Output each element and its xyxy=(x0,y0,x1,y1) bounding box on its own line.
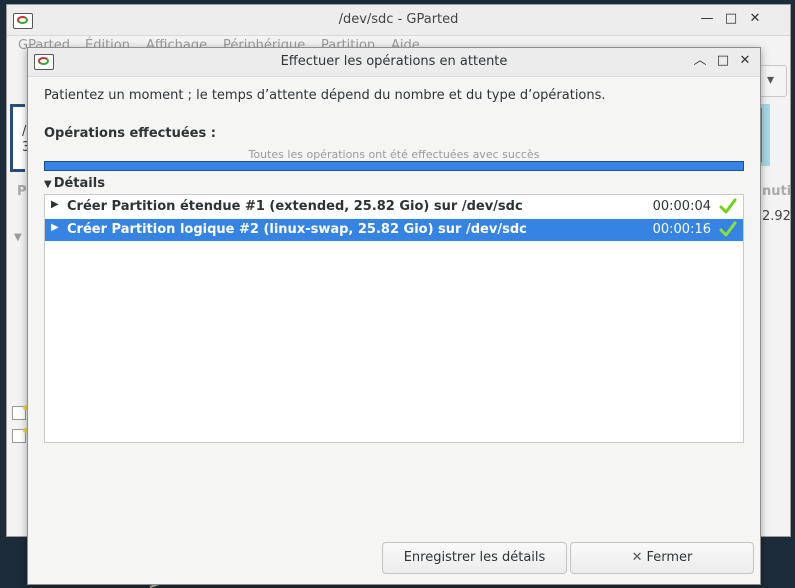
operation-row[interactable]: ▶ Créer Partition logique #2 (linux-swap… xyxy=(45,219,743,241)
main-window-title: /dev/sdc - GParted xyxy=(338,12,459,27)
close-icon[interactable]: ✕ xyxy=(738,54,752,68)
progress-bar xyxy=(44,161,744,171)
operation-time: 00:00:04 xyxy=(652,199,711,214)
save-details-button[interactable]: Enregistrer les détails xyxy=(382,542,567,574)
details-label: Détails xyxy=(53,176,105,191)
close-button[interactable]: ✕ Fermer xyxy=(570,542,754,574)
dialog-titlebar[interactable]: Effectuer les opérations en attente ︿ □ … xyxy=(28,48,760,77)
maximize-icon[interactable]: □ xyxy=(716,54,730,68)
close-icon: ✕ xyxy=(631,550,643,565)
column-header-fragment: nuti xyxy=(762,184,792,199)
save-details-label: Enregistrer les détails xyxy=(403,550,546,565)
disk-path-fragment: / xyxy=(22,124,27,139)
partition-header-fragment: P xyxy=(17,184,27,199)
progress-status-text: Toutes les opérations ont été effectuées… xyxy=(248,148,540,161)
pending-op-icon xyxy=(12,428,28,443)
operation-row[interactable]: ▶ Créer Partition étendue #1 (extended, … xyxy=(45,196,743,218)
minimize-icon[interactable]: — xyxy=(700,12,714,26)
check-icon xyxy=(719,198,737,214)
pending-op-icon xyxy=(12,405,28,420)
details-expander[interactable]: ▼ Détails xyxy=(44,176,105,191)
check-icon xyxy=(719,221,737,237)
apply-operations-dialog: Effectuer les opérations en attente ︿ □ … xyxy=(27,47,761,585)
close-label: Fermer xyxy=(646,550,693,565)
wait-message: Patientez un moment ; le temps d’attente… xyxy=(44,88,606,103)
expand-arrow-icon[interactable]: ▶ xyxy=(51,222,59,233)
dialog-body: Patientez un moment ; le temps d’attente… xyxy=(28,76,760,584)
close-icon[interactable]: ✕ xyxy=(748,12,762,26)
operation-label: Créer Partition logique #2 (linux-swap, … xyxy=(67,222,527,237)
operations-tree[interactable]: ▶ Créer Partition étendue #1 (extended, … xyxy=(44,194,744,443)
expand-arrow-icon[interactable]: ▶ xyxy=(51,199,59,210)
main-titlebar[interactable]: /dev/sdc - GParted — □ ✕ xyxy=(7,5,790,36)
progress-fill xyxy=(45,162,743,170)
dialog-title: Effectuer les opérations en attente xyxy=(280,54,508,69)
operation-label: Créer Partition étendue #1 (extended, 25… xyxy=(67,199,523,214)
chevron-down-icon[interactable]: ▼ xyxy=(14,232,22,243)
operation-time: 00:00:16 xyxy=(652,222,711,237)
size-value-fragment: 2.92 xyxy=(762,209,791,224)
maximize-icon[interactable]: □ xyxy=(724,12,738,26)
device-selector[interactable] xyxy=(759,65,787,97)
operations-label: Opérations effectuées : xyxy=(44,126,216,141)
expander-down-icon: ▼ xyxy=(44,179,52,190)
chevron-up-icon[interactable]: ︿ xyxy=(693,54,707,68)
